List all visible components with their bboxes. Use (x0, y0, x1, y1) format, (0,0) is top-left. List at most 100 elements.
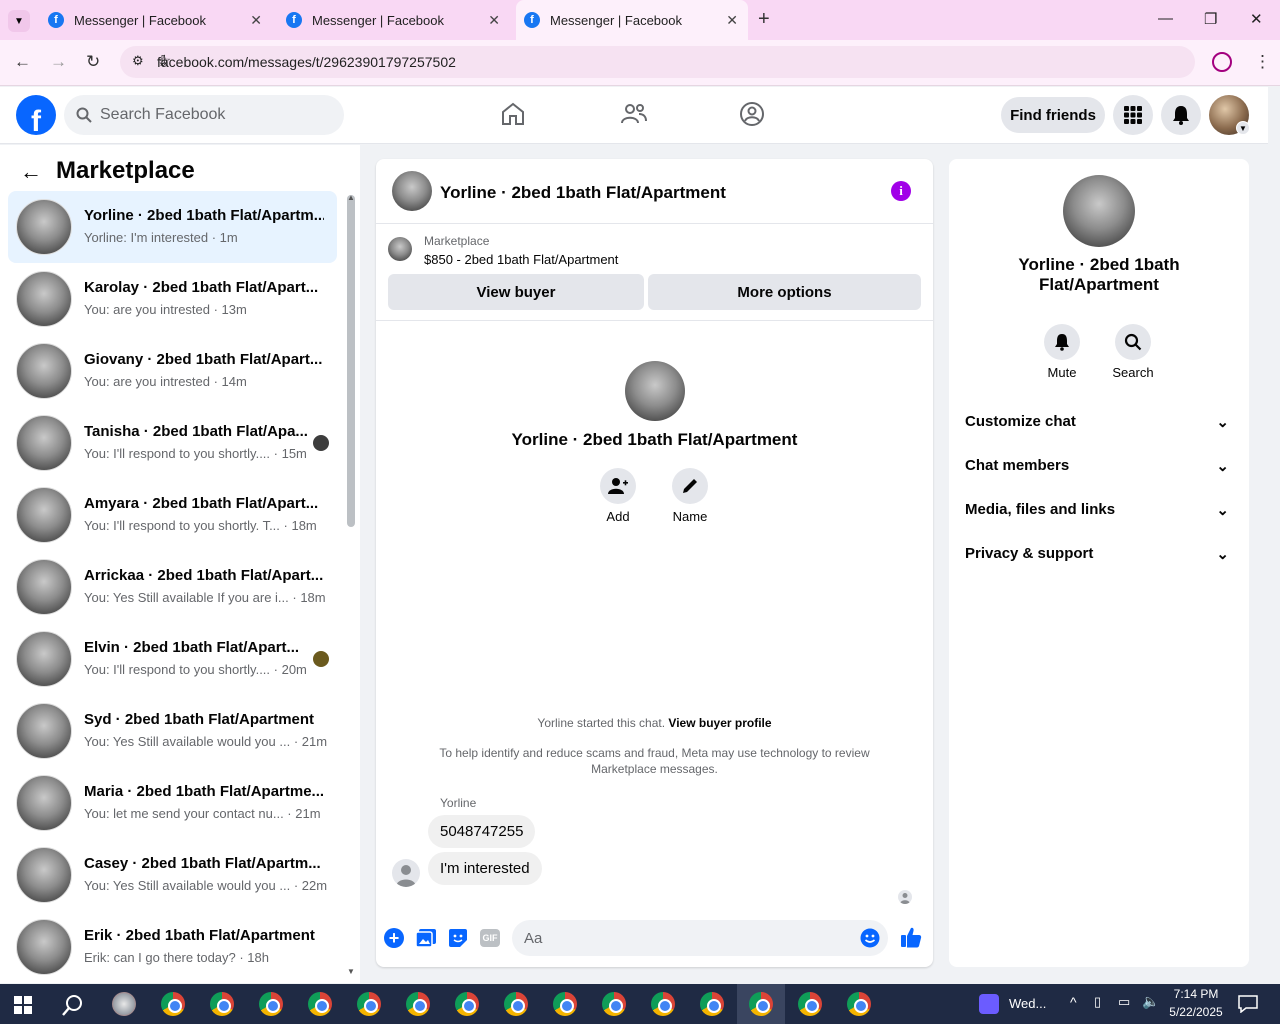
conversation-row[interactable]: Tanisha · 2bed 1bath Flat/Apa... You: I'l… (8, 407, 337, 479)
conversation-row[interactable]: Elvin · 2bed 1bath Flat/Apart... You: I'l… (8, 623, 337, 695)
message-bubble[interactable]: 5048747255 (428, 815, 536, 848)
view-buyer-profile-link[interactable]: View buyer profile (668, 716, 771, 730)
more-options-button[interactable]: More options (648, 274, 921, 310)
chat-members-section[interactable]: Chat members ⌄ (965, 457, 1237, 475)
gif-icon[interactable]: GIF (480, 929, 500, 947)
chat-title[interactable]: Yorline · 2bed 1bath Flat/Apartment (440, 183, 726, 203)
mute-button[interactable] (1044, 324, 1080, 360)
restore-icon[interactable]: ❐ (1204, 10, 1217, 28)
listing-thumbnail[interactable] (388, 237, 412, 261)
menu-grid-button[interactable] (1113, 95, 1153, 135)
conversation-row[interactable]: Karolay · 2bed 1bath Flat/Apart... You: a… (8, 263, 337, 335)
account-chevron-icon[interactable]: ▼ (1236, 121, 1250, 135)
chrome-taskbar-icon[interactable] (847, 992, 871, 1016)
chrome-taskbar-icon[interactable] (553, 992, 577, 1016)
media-files-links-section[interactable]: Media, files and links ⌄ (965, 501, 1237, 519)
find-friends-button[interactable]: Find friends (1001, 97, 1105, 133)
more-actions-plus-icon[interactable]: + (384, 928, 404, 948)
tray-chevron-up-icon[interactable]: ^ (1070, 994, 1077, 1010)
friends-icon[interactable] (620, 101, 648, 127)
taskbar-app-icon[interactable] (112, 992, 136, 1016)
view-buyer-button[interactable]: View buyer (388, 274, 644, 310)
clock-date[interactable]: 5/22/2025 (1166, 1005, 1226, 1019)
browser-tab-1[interactable]: f Messenger | Facebook ✕ (40, 0, 272, 40)
site-info-icon[interactable]: ⚙ (132, 53, 144, 69)
back-arrow-icon[interactable]: ← (14, 52, 31, 72)
tab-close-icon[interactable]: ✕ (250, 12, 262, 29)
chrome-taskbar-icon[interactable] (700, 992, 724, 1016)
chrome-taskbar-icon[interactable] (406, 992, 430, 1016)
sidebar-scrollbar[interactable] (347, 195, 355, 527)
info-icon[interactable]: i (891, 181, 911, 201)
photo-icon[interactable] (416, 928, 437, 948)
add-people-button[interactable] (600, 468, 636, 504)
browser-tab-2[interactable]: f Messenger | Facebook ✕ (278, 0, 510, 40)
search-input[interactable]: Search Facebook (64, 95, 344, 135)
conversation-row[interactable]: Maria · 2bed 1bath Flat/Apartme... You: l… (8, 767, 337, 839)
message-bubble[interactable]: I'm interested (428, 852, 542, 885)
volume-icon[interactable]: 🔈 (1142, 993, 1159, 1010)
chrome-taskbar-icon[interactable] (504, 992, 528, 1016)
minimize-icon[interactable]: — (1158, 10, 1173, 27)
sender-avatar[interactable] (392, 859, 420, 887)
chrome-taskbar-icon[interactable] (651, 992, 675, 1016)
tab-close-icon[interactable]: ✕ (726, 12, 738, 29)
notifications-button[interactable] (1161, 95, 1201, 135)
customize-chat-section[interactable]: Customize chat ⌄ (965, 413, 1237, 431)
tab-search-chevron-icon[interactable]: ▼ (8, 10, 30, 32)
close-window-icon[interactable]: ✕ (1250, 10, 1263, 28)
network-icon[interactable]: ▭ (1118, 994, 1130, 1010)
info-avatar[interactable] (1063, 175, 1135, 247)
weather-app-icon[interactable] (979, 994, 999, 1014)
chrome-taskbar-icon[interactable] (749, 992, 773, 1016)
conversation-row[interactable]: Amyara · 2bed 1bath Flat/Apart... You: I'… (8, 479, 337, 551)
kebab-menu-icon[interactable]: ⋮ (1254, 52, 1271, 72)
page-scrollbar[interactable] (1268, 87, 1280, 984)
scroll-up-icon[interactable]: ▲ (347, 193, 355, 202)
new-tab-plus-icon[interactable]: + (758, 8, 770, 31)
profile-icon[interactable] (1212, 52, 1232, 72)
url-field[interactable]: ⚙ facebook.com/messages/t/29623901797257… (120, 46, 1195, 78)
chrome-taskbar-icon[interactable] (357, 992, 381, 1016)
thumbs-up-icon[interactable] (900, 926, 922, 948)
chrome-taskbar-icon[interactable] (798, 992, 822, 1016)
search-in-chat-button[interactable] (1115, 324, 1151, 360)
message-input[interactable]: Aa (512, 920, 888, 956)
notifications-center-icon[interactable] (1238, 995, 1258, 1013)
facebook-logo-icon[interactable]: f (16, 95, 56, 135)
forward-arrow-icon[interactable]: → (50, 52, 67, 72)
browser-tab-3-active[interactable]: f Messenger | Facebook ✕ (516, 0, 748, 40)
contact-avatar[interactable] (625, 361, 685, 421)
emoji-icon[interactable] (860, 928, 880, 948)
conversation-row[interactable]: Arrickaa · 2bed 1bath Flat/Apart... You: … (8, 551, 337, 623)
name-edit-button[interactable] (672, 468, 708, 504)
tab-close-icon[interactable]: ✕ (488, 12, 500, 29)
chrome-taskbar-icon[interactable] (161, 992, 185, 1016)
groups-icon[interactable] (739, 101, 765, 127)
tray-device-icon[interactable]: ▯ (1094, 994, 1101, 1010)
chrome-taskbar-icon[interactable] (455, 992, 479, 1016)
back-arrow-icon[interactable]: ← (20, 159, 42, 185)
conversation-row[interactable]: Erik · 2bed 1bath Flat/Apartment Erik: ca… (8, 911, 337, 983)
windows-start-icon[interactable] (14, 996, 32, 1014)
reload-icon[interactable]: ↻ (86, 52, 100, 72)
bookmark-star-icon[interactable]: ☆ (157, 51, 1181, 71)
conversation-avatar (16, 775, 72, 831)
taskbar-search-icon[interactable] (62, 994, 84, 1016)
chrome-taskbar-icon[interactable] (602, 992, 626, 1016)
conversation-row[interactable]: Giovany · 2bed 1bath Flat/Apart... You: a… (8, 335, 337, 407)
conversation-row[interactable]: Casey · 2bed 1bath Flat/Apartm... You: Ye… (8, 839, 337, 911)
listing-title[interactable]: $850 - 2bed 1bath Flat/Apartment (424, 252, 618, 267)
clock-time[interactable]: 7:14 PM (1166, 987, 1226, 1001)
chrome-taskbar-icon[interactable] (259, 992, 283, 1016)
conversation-row[interactable]: Syd · 2bed 1bath Flat/Apartment You: Yes … (8, 695, 337, 767)
chat-header-avatar[interactable] (392, 171, 432, 211)
chrome-taskbar-icon[interactable] (210, 992, 234, 1016)
weather-text[interactable]: Wed... (1009, 996, 1046, 1011)
home-icon[interactable] (500, 101, 526, 127)
sticker-icon[interactable] (448, 928, 468, 948)
conversation-row[interactable]: Yorline · 2bed 1bath Flat/Apartm... Yorli… (8, 191, 337, 263)
scroll-down-icon[interactable]: ▼ (347, 967, 355, 976)
privacy-support-section[interactable]: Privacy & support ⌄ (965, 545, 1237, 563)
chrome-taskbar-icon[interactable] (308, 992, 332, 1016)
